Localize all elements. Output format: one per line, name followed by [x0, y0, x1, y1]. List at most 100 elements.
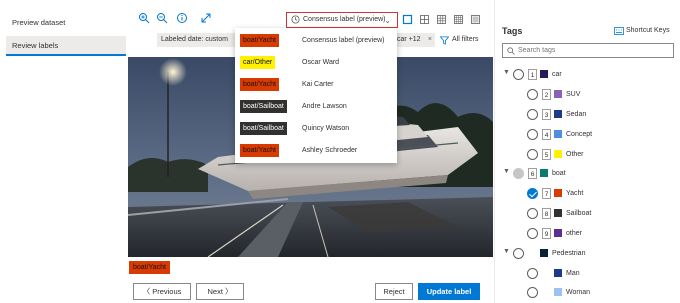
- dropdown-item-tag: boat/Sailboat: [240, 100, 287, 113]
- dropdown-item-name: Ashley Schroeder: [302, 147, 358, 154]
- shortcut-keys-label: Shortcut Keys: [626, 27, 670, 34]
- tag-radio[interactable]: [527, 109, 538, 120]
- tag-row-concept[interactable]: 4 Concept: [495, 126, 680, 144]
- dropdown-item[interactable]: car/Other Oscar Ward: [235, 52, 397, 73]
- info-icon[interactable]: [176, 12, 188, 24]
- close-icon[interactable]: ×: [428, 33, 432, 47]
- reject-button[interactable]: Reject: [375, 283, 413, 300]
- tags-panel: Tags Shortcut Keys ▼ 1 car 2 SUV 3 Sedan…: [494, 0, 680, 303]
- dropdown-item-tag: boat/Yacht: [240, 34, 279, 47]
- all-filters-button[interactable]: All filters: [440, 33, 478, 47]
- next-button-label: Next: [207, 287, 223, 296]
- filter-chip-tags[interactable]: car +12 ×: [393, 33, 435, 47]
- tag-row-sedan[interactable]: 3 Sedan: [495, 106, 680, 124]
- tag-row-boat-other[interactable]: 9 other: [495, 225, 680, 243]
- consensus-label-dropdown: boat/Yacht Consensus label (preview) car…: [235, 28, 397, 163]
- tag-radio[interactable]: [527, 228, 538, 239]
- nav-item-review-labels[interactable]: Review labels: [6, 36, 126, 56]
- tag-row-sailboat[interactable]: 8 Sailboat: [495, 205, 680, 223]
- tag-label: Sailboat: [566, 210, 592, 217]
- image-label-badge: boat/Yacht: [129, 261, 170, 274]
- tag-label: SUV: [566, 91, 581, 98]
- tags-title: Tags: [502, 26, 523, 36]
- tag-row-suv[interactable]: 2 SUV: [495, 86, 680, 104]
- filter-chip-tags-label: car +12: [397, 36, 421, 43]
- tag-row-woman[interactable]: Woman: [495, 284, 680, 302]
- shortcut-keys-button[interactable]: Shortcut Keys: [614, 27, 670, 35]
- tag-radio[interactable]: [513, 69, 524, 80]
- chevron-down-icon: ⌄: [384, 16, 391, 25]
- dropdown-item[interactable]: boat/Yacht Consensus label (preview): [235, 30, 397, 51]
- chevron-left-icon: 〈: [142, 287, 153, 296]
- tag-radio[interactable]: [527, 208, 538, 219]
- dropdown-item-name: Andre Lawson: [302, 103, 347, 110]
- image-toolbar: Consensus label (preview) ⌄: [128, 8, 493, 30]
- tag-color-swatch: [554, 130, 562, 138]
- tag-row-car[interactable]: ▼ 1 car: [495, 66, 680, 84]
- dropdown-item-name: Oscar Ward: [302, 59, 340, 66]
- tag-label: boat: [552, 170, 566, 177]
- tag-color-swatch: [540, 70, 548, 78]
- tag-radio[interactable]: [527, 287, 538, 298]
- tag-radio[interactable]: [527, 149, 538, 160]
- tag-color-swatch: [540, 169, 548, 177]
- tag-radio[interactable]: [527, 129, 538, 140]
- chevron-down-icon[interactable]: ▼: [503, 248, 510, 255]
- tag-color-swatch: [554, 209, 562, 217]
- tag-color-swatch: [554, 150, 562, 158]
- expand-icon[interactable]: [200, 12, 212, 24]
- tag-radio[interactable]: [513, 248, 524, 259]
- tag-radio[interactable]: [513, 168, 524, 179]
- tag-number: 9: [542, 228, 551, 239]
- tag-label: Sedan: [566, 111, 587, 118]
- dropdown-item-name: Kai Carter: [302, 81, 334, 88]
- tag-row-man[interactable]: Man: [495, 265, 680, 283]
- dropdown-item[interactable]: boat/Yacht Ashley Schroeder: [235, 140, 397, 161]
- zoom-in-icon[interactable]: [138, 12, 150, 24]
- tag-label: Woman: [566, 289, 590, 296]
- all-filters-label: All filters: [452, 36, 479, 43]
- next-button[interactable]: Next 〉: [196, 283, 244, 300]
- dropdown-item-tag: boat/Yacht: [240, 144, 279, 157]
- dropdown-item[interactable]: boat/Sailboat Andre Lawson: [235, 96, 397, 117]
- tag-color-swatch: [554, 189, 562, 197]
- update-label-button[interactable]: Update label: [418, 283, 480, 300]
- tag-search-input[interactable]: [518, 45, 668, 56]
- chevron-down-icon[interactable]: ▼: [503, 168, 510, 175]
- tag-row-other[interactable]: 5 Other: [495, 146, 680, 164]
- previous-button[interactable]: 〈 Previous: [133, 283, 191, 300]
- grid-large-icon[interactable]: [470, 14, 482, 26]
- previous-button-label: Previous: [152, 287, 182, 296]
- grid-3x3-icon[interactable]: [436, 14, 448, 26]
- tag-number: 2: [542, 89, 551, 100]
- dropdown-item[interactable]: boat/Yacht Kai Carter: [235, 74, 397, 95]
- tag-radio-checked[interactable]: [527, 188, 538, 199]
- tag-label: car: [552, 71, 562, 78]
- tag-number: 4: [542, 129, 551, 140]
- consensus-label-dropdown-button[interactable]: Consensus label (preview) ⌄: [286, 12, 398, 28]
- tag-number: 7: [542, 188, 551, 199]
- tag-radio[interactable]: [527, 268, 538, 279]
- tag-number: 5: [542, 149, 551, 160]
- tag-row-pedestrian[interactable]: ▼ Pedestrian: [495, 245, 680, 263]
- dropdown-item[interactable]: boat/Sailboat Quincy Watson: [235, 118, 397, 139]
- dropdown-item-name: Quincy Watson: [302, 125, 350, 132]
- tag-row-boat[interactable]: ▼ 6 boat: [495, 165, 680, 183]
- grid-4x4-icon[interactable]: [453, 14, 465, 26]
- tag-label: Yacht: [566, 190, 584, 197]
- left-nav: Preview dataset Review labels: [0, 0, 128, 303]
- zoom-out-icon[interactable]: [156, 12, 168, 24]
- filter-icon: [440, 36, 449, 45]
- tag-number: 8: [542, 208, 551, 219]
- single-view-icon[interactable]: [402, 14, 414, 26]
- tag-row-yacht[interactable]: 7 Yacht: [495, 185, 680, 203]
- tag-color-swatch: [554, 90, 562, 98]
- tag-radio[interactable]: [527, 89, 538, 100]
- chevron-down-icon[interactable]: ▼: [503, 69, 510, 76]
- chevron-right-icon: 〉: [222, 287, 233, 296]
- dropdown-item-tag: boat/Sailboat: [240, 122, 287, 135]
- tag-number: 1: [528, 69, 537, 80]
- nav-item-preview-dataset[interactable]: Preview dataset: [6, 13, 126, 33]
- tag-color-swatch: [554, 229, 562, 237]
- grid-2x2-icon[interactable]: [419, 14, 431, 26]
